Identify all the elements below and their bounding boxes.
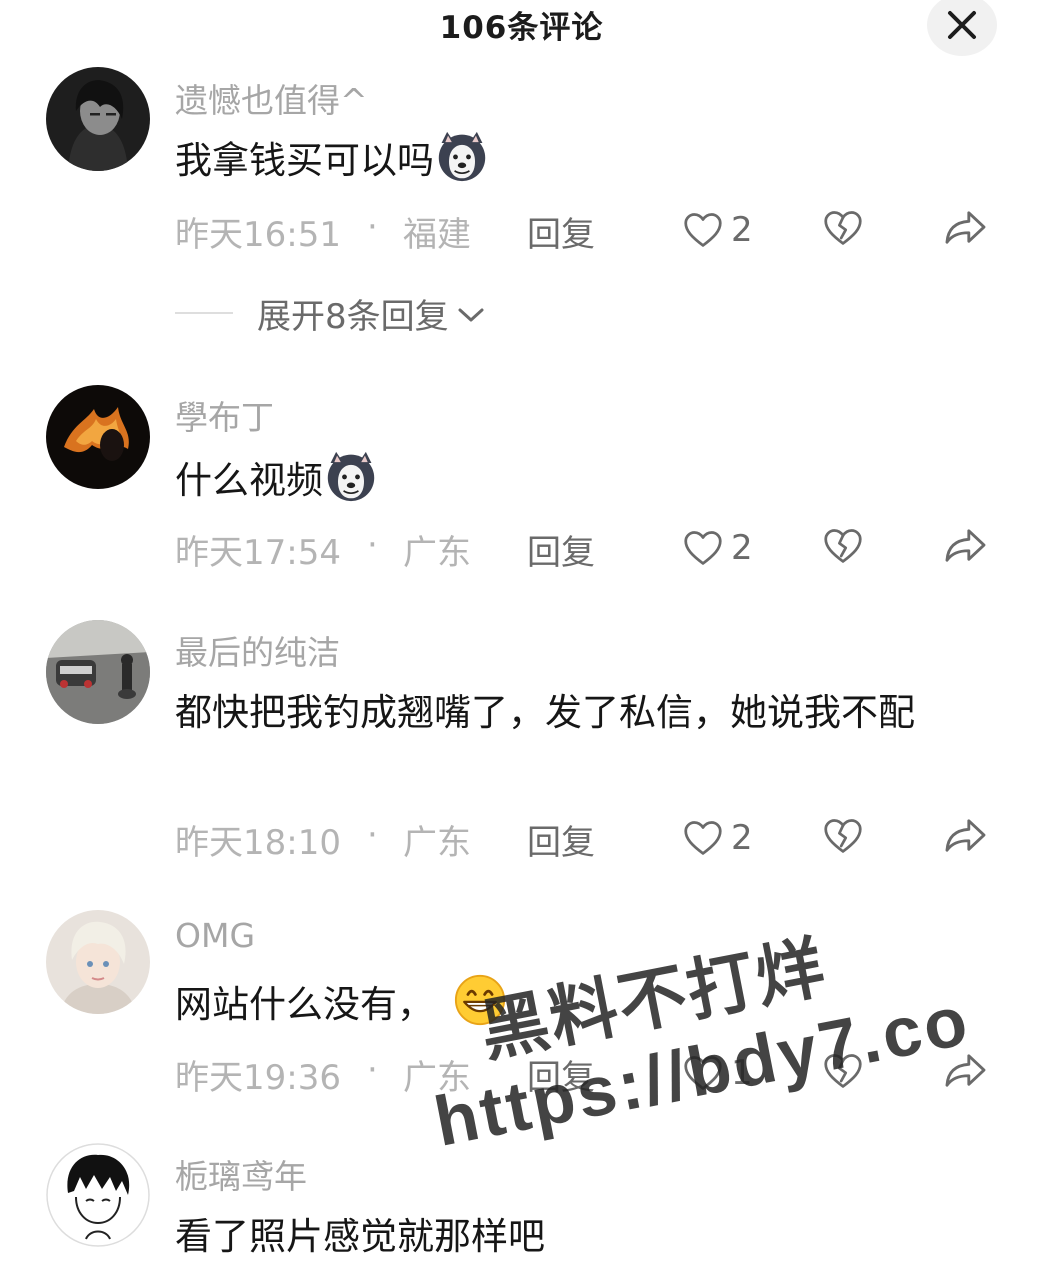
share-icon[interactable] xyxy=(943,817,987,855)
share-icon[interactable] xyxy=(943,527,987,565)
comment-meta: 昨天18:10 · 广东 回复 2 xyxy=(175,815,1005,865)
reply-button[interactable]: 回复 xyxy=(527,815,595,864)
username[interactable]: 遗憾也值得^ xyxy=(175,74,368,122)
grinning-face-emoji xyxy=(454,974,506,1026)
comment-meta: 昨天16:51 · 福建 回复 2 xyxy=(175,207,1005,257)
comment-text: 我拿钱买可以吗 xyxy=(175,130,985,190)
avatar[interactable] xyxy=(46,620,150,724)
comment-time: 昨天18:10 xyxy=(175,823,341,863)
broken-heart-icon[interactable] xyxy=(823,817,863,855)
comment-text-content: 都快把我钓成翘嘴了，发了私信，她说我不配 xyxy=(175,691,915,734)
separator-dot: · xyxy=(367,525,378,565)
share-icon[interactable] xyxy=(943,209,987,247)
separator-dot: · xyxy=(367,815,378,855)
username[interactable]: 最后的纯洁 xyxy=(175,626,340,674)
comment-location: 广东 xyxy=(403,823,471,863)
heart-icon xyxy=(683,211,723,249)
comment-text: 网站什么没有， xyxy=(175,974,985,1034)
comment-location: 福建 xyxy=(403,215,471,255)
avatar[interactable] xyxy=(46,67,150,171)
reply-button[interactable]: 回复 xyxy=(527,525,595,574)
husky-dog-emoji xyxy=(436,130,488,182)
heart-icon xyxy=(683,1054,723,1092)
avatar[interactable] xyxy=(46,1143,150,1247)
comment-text: 什么视频 xyxy=(175,450,985,510)
comment-text: 看了照片感觉就那样吧 xyxy=(175,1208,985,1266)
close-button[interactable] xyxy=(927,0,997,56)
like-button[interactable]: 2 xyxy=(683,815,753,861)
chevron-down-icon xyxy=(458,308,484,322)
comment-text-content: 我拿钱买可以吗 xyxy=(175,139,434,182)
username[interactable]: OMG xyxy=(175,916,255,955)
comment-count-title: 106条评论 xyxy=(439,10,604,46)
like-count: 2 xyxy=(731,210,753,250)
separator-dot: · xyxy=(367,207,378,247)
comment-text: 都快把我钓成翘嘴了，发了私信，她说我不配 xyxy=(175,684,985,742)
comment-time: 昨天19:36 xyxy=(175,1058,341,1098)
broken-heart-icon[interactable] xyxy=(823,209,863,247)
like-count: 1 xyxy=(731,1053,753,1093)
expand-replies-label: 展开8条回复 xyxy=(257,296,449,337)
comment-meta: 昨天17:54 · 广东 回复 2 xyxy=(175,525,1005,575)
comment-location: 广东 xyxy=(403,1058,471,1098)
like-button[interactable]: 2 xyxy=(683,207,753,253)
like-button[interactable]: 2 xyxy=(683,525,753,571)
comment-text-content: 什么视频 xyxy=(175,459,323,502)
expand-replies-button[interactable]: 展开8条回复 xyxy=(175,290,485,337)
divider-line xyxy=(175,312,233,314)
share-icon[interactable] xyxy=(943,1052,987,1090)
heart-icon xyxy=(683,819,723,857)
comment-time: 昨天16:51 xyxy=(175,215,341,255)
comment-text-content: 网站什么没有， xyxy=(175,983,434,1026)
broken-heart-icon[interactable] xyxy=(823,527,863,565)
close-icon xyxy=(948,11,976,39)
avatar[interactable] xyxy=(46,385,150,489)
heart-icon xyxy=(683,529,723,567)
username[interactable]: 栀璃鸢年 xyxy=(175,1150,307,1198)
husky-dog-emoji xyxy=(325,450,377,502)
like-count: 2 xyxy=(731,818,753,858)
separator-dot: · xyxy=(367,1050,378,1090)
avatar[interactable] xyxy=(46,910,150,1014)
like-button[interactable]: 1 xyxy=(683,1050,753,1096)
username[interactable]: 學布丁 xyxy=(175,391,274,439)
reply-button[interactable]: 回复 xyxy=(527,207,595,256)
reply-button[interactable]: 回复 xyxy=(527,1050,595,1099)
comment-text-content: 看了照片感觉就那样吧 xyxy=(175,1215,545,1258)
comment-location: 广东 xyxy=(403,533,471,573)
like-count: 2 xyxy=(731,528,753,568)
comments-header: 106条评论 xyxy=(0,0,1043,56)
comment-meta: 昨天19:36 · 广东 回复 1 xyxy=(175,1050,1005,1100)
broken-heart-icon[interactable] xyxy=(823,1052,863,1090)
comment-time: 昨天17:54 xyxy=(175,533,341,573)
